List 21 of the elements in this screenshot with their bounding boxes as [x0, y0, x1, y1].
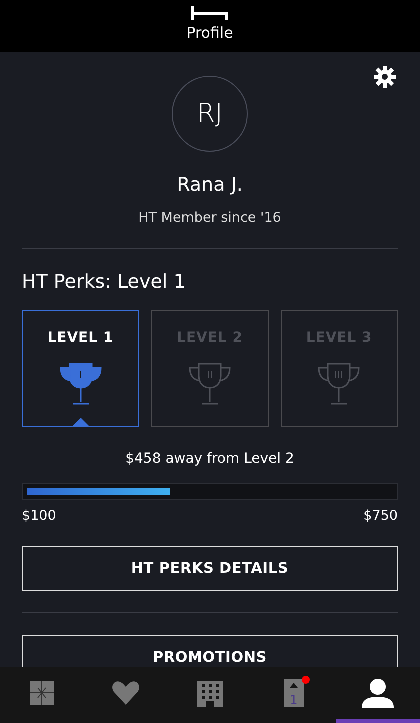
outline-button[interactable]: HT PERKS DETAILS: [22, 546, 398, 591]
trophy-icon: [58, 362, 104, 406]
level-card[interactable]: LEVEL 1: [22, 310, 140, 427]
heart-icon: [112, 681, 140, 705]
avatar: RJ: [172, 76, 248, 152]
trophy-icon: [186, 362, 233, 406]
perks-title: HT Perks: Level 1: [22, 271, 187, 293]
member-since: HT Member since '16: [138, 210, 282, 226]
building-icon: [197, 679, 223, 707]
pointer-icon: [72, 418, 89, 426]
min-amount: $100: [22, 508, 56, 524]
max-amount: $750: [364, 508, 398, 524]
trophy-icon: [316, 362, 362, 406]
progress-text: $458 away from Level 2: [124, 451, 296, 467]
screen-title: Profile: [186, 24, 234, 42]
gift-icon: [29, 680, 55, 706]
settings-icon[interactable]: [374, 66, 396, 88]
floor-number: 1: [290, 693, 298, 707]
user-name: Rana J.: [176, 174, 244, 196]
bed-icon: [191, 6, 229, 20]
person-icon: [362, 678, 394, 708]
